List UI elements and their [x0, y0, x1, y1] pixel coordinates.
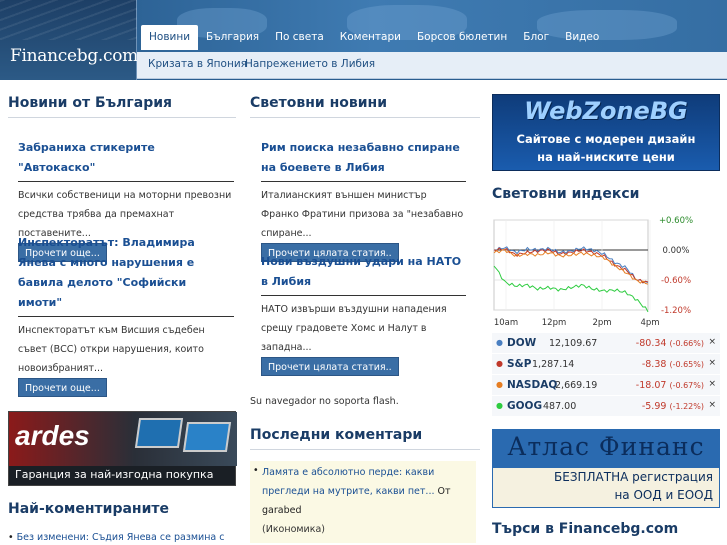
laptop-image [134, 418, 184, 448]
article-excerpt: НАТО извърши въздушни нападения срещу гр… [261, 304, 447, 353]
comment-item: • Ламята е абсолютно перде: какви прегле… [250, 461, 476, 543]
comment-link[interactable]: Ламята е абсолютно перде: какви прегледи… [262, 467, 435, 497]
x-tick-label: 4pm [640, 318, 659, 328]
nav-item-news[interactable]: Новини [141, 25, 199, 50]
article-item: Нови въздушни удари на НАТО в Либия НАТО… [261, 252, 466, 376]
y-tick-label: +0.60% [659, 216, 693, 226]
read-more-button[interactable]: Прочети още... [18, 378, 107, 397]
section-title-bold: Новини [8, 95, 68, 111]
section-title-world-news: Световни новини [250, 95, 480, 118]
article-title[interactable]: Инспекторатът: Владимира Янева с много н… [18, 233, 234, 317]
comment-category[interactable]: (Икономика) [262, 524, 325, 535]
y-tick-label: -1.20% [661, 306, 691, 316]
flash-notice: Su navegador no soporta flash. [250, 396, 399, 407]
article-title[interactable]: Рим поиска незабавно спиране на боевете … [261, 138, 466, 182]
remove-icon[interactable]: × [708, 358, 716, 368]
index-name[interactable]: GOOG [507, 400, 542, 412]
nav-item-comments[interactable]: Коментари [332, 25, 409, 50]
column-bulgaria-news: Новини от България Забраниха стикерите "… [8, 80, 237, 543]
remove-icon[interactable]: × [708, 379, 716, 389]
index-value: 1,287.14 [532, 359, 575, 370]
read-more-button[interactable]: Прочети цялата статия.. [261, 357, 399, 376]
atlas-finance-logo: Атлас Финанс [507, 432, 705, 461]
subnav-item-libya-tension[interactable]: Напрежението в Либия [245, 58, 375, 70]
y-tick-label: -0.60% [661, 276, 691, 286]
article-item: Рим поиска незабавно спиране на боевете … [261, 138, 466, 262]
index-value: 12,109.67 [549, 338, 598, 349]
index-row-nasdaq: ● NASDAQ 2,669.19 -18.07 (-0.67%) × [492, 375, 720, 396]
nav-item-stock-bulletin[interactable]: Борсов бюлетин [409, 25, 515, 50]
comment-from: От [434, 486, 451, 497]
section-title-world-indexes: Световни индекси [492, 186, 640, 202]
most-commented-link[interactable]: Без изменени: Съдия Янева се размина с [17, 532, 225, 543]
ardes-banner[interactable]: ardes Гаранция за най-изгодна покупка [8, 411, 237, 486]
article-excerpt: Италианският външен министър Франко Фрат… [261, 190, 464, 239]
bullet: • [8, 532, 17, 543]
search-title-bold: Търси [492, 521, 541, 537]
remove-icon[interactable]: × [708, 337, 716, 347]
index-change: -5.99 (-1.22%) [641, 401, 704, 412]
main-nav: Новини България По света Коментари Борсо… [141, 25, 607, 50]
sub-nav: Кризата в Япония Напрежението в Либия [137, 52, 727, 79]
subnav-item-japan-crisis[interactable]: Кризата в Япония [148, 58, 247, 70]
remove-icon[interactable]: × [708, 400, 716, 410]
chart-plot-area [493, 219, 649, 311]
section-title-rest: от България [67, 95, 173, 111]
index-change: -80.34 (-0.66%) [635, 338, 704, 349]
laptop-image [182, 422, 232, 452]
indexes-chart-svg: +0.60% 0.00% -0.60% -1.20% 10am 12pm 2pm 4pm [493, 216, 693, 328]
index-name[interactable]: DOW [507, 337, 536, 349]
y-tick-label: 0.00% [662, 246, 689, 256]
series-dot-icon: ● [496, 338, 503, 347]
banner-line: на ООД и ЕООД [614, 488, 713, 502]
section-title-search: Търси в Financebg.com [492, 521, 720, 543]
index-change: -8.38 (-0.65%) [641, 359, 704, 370]
article-excerpt: Инспекторатът към Висшия съдебен съвет (… [18, 325, 205, 374]
index-change: -18.07 (-0.67%) [635, 380, 704, 391]
ardes-slogan: Гаранция за най-изгодна покупка [15, 468, 214, 481]
webzonebg-logo: WebZoneBG [524, 97, 688, 125]
index-name[interactable]: NASDAQ [507, 379, 557, 391]
logo[interactable]: Financebg.com [0, 0, 138, 80]
banner-line: Сайтове с модерен дизайн [516, 132, 696, 146]
section-title-bulgaria-news: Новини от България [8, 95, 236, 118]
index-value: 487.00 [543, 401, 577, 412]
banner-line: БЕЗПЛАТНА регистрация [554, 470, 713, 484]
index-row-dow: ● DOW 12,109.67 -80.34 (-0.66%) × [492, 333, 720, 354]
logo-text: Financebg.com [10, 46, 138, 66]
section-title-latest-comments: Последни коментари [250, 427, 480, 450]
section-title-most-commented: Най-коментираните [8, 501, 169, 517]
series-dot-icon: ● [496, 380, 503, 389]
article-title[interactable]: Нови въздушни удари на НАТО в Либия [261, 252, 466, 296]
index-name[interactable]: S&P [507, 358, 531, 370]
comment-author: garabed [262, 505, 302, 516]
x-tick-label: 12pm [542, 318, 567, 328]
nav-item-world[interactable]: По света [267, 25, 332, 50]
series-dot-icon: ● [496, 401, 503, 410]
index-row-sp: ● S&P 1,287.14 -8.38 (-0.65%) × [492, 354, 720, 375]
atlas-finance-banner[interactable]: Атлас Финанс БЕЗПЛАТНА регистрация на ОО… [492, 429, 720, 508]
index-row-goog: ● GOOG 487.00 -5.99 (-1.22%) × [492, 396, 720, 417]
nav-item-bulgaria[interactable]: България [198, 25, 267, 50]
x-tick-label: 2pm [592, 318, 611, 328]
search-title-rest: в Financebg.com [540, 521, 679, 537]
header: Financebg.com Новини България По света К… [0, 0, 727, 80]
series-dot-icon: ● [496, 359, 503, 368]
indexes-table: ● DOW 12,109.67 -80.34 (-0.66%) × ● S&P … [492, 333, 720, 417]
index-value: 2,669.19 [555, 380, 598, 391]
x-tick-label: 10am [494, 318, 518, 328]
bullet: • [253, 465, 259, 476]
nav-item-blog[interactable]: Блог [515, 25, 557, 50]
logo-pattern [0, 0, 137, 40]
column-world-news: Световни новини Рим поиска незабавно спи… [250, 80, 480, 543]
nav-item-video[interactable]: Видео [557, 25, 607, 50]
indexes-chart: +0.60% 0.00% -0.60% -1.20% 10am 12pm 2pm 4pm [492, 210, 720, 330]
banner-line: на най-ниските цени [537, 150, 675, 164]
list-item: • Без изменени: Съдия Янева се размина с [8, 527, 236, 545]
webzonebg-banner[interactable]: WebZoneBG Сайтове с модерен дизайн на на… [492, 94, 720, 171]
article-title[interactable]: Забраниха стикерите "Автокаско" [18, 138, 234, 182]
article-item: Инспекторатът: Владимира Янева с много н… [18, 233, 234, 397]
ardes-logo: ardes [15, 420, 90, 451]
